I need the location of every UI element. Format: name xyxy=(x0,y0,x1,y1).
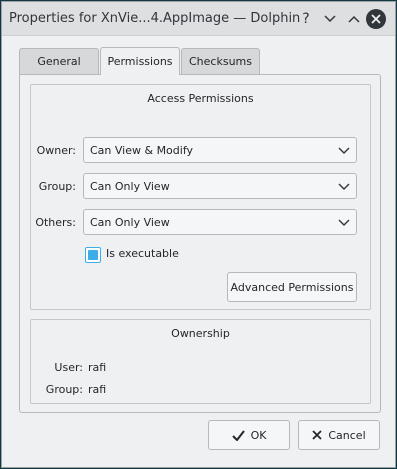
properties-dialog: Properties for XnVie...4.AppImage — Dolp… xyxy=(1,1,396,468)
user-value: rafi xyxy=(88,361,107,374)
others-permission-select[interactable]: Can Only View xyxy=(83,209,357,235)
owner-label: Owner: xyxy=(36,144,76,157)
tab-general[interactable]: General xyxy=(19,48,99,74)
chevron-down-icon xyxy=(338,219,350,226)
ok-button[interactable]: OK xyxy=(208,420,290,450)
close-icon xyxy=(371,14,381,24)
executable-checkbox[interactable] xyxy=(85,247,101,263)
owner-group-value: rafi xyxy=(88,383,107,396)
access-permissions-title: Access Permissions xyxy=(147,92,254,105)
owner-permission-select[interactable]: Can View & Modify xyxy=(83,137,357,163)
help-button[interactable]: ? xyxy=(296,9,316,29)
ownership-title: Ownership xyxy=(171,327,230,340)
ownership-group: Ownership User: rafi Group: rafi xyxy=(30,319,371,404)
tab-checksums[interactable]: Checksums xyxy=(181,48,260,74)
owner-group-label: Group: xyxy=(45,383,83,396)
title-bar[interactable]: Properties for XnVie...4.AppImage — Dolp… xyxy=(2,2,395,36)
others-label: Others: xyxy=(35,216,76,229)
executable-label: Is executable xyxy=(106,247,179,260)
checkmark-icon xyxy=(231,429,245,441)
owner-permission-value: Can View & Modify xyxy=(90,143,194,157)
group-permission-value: Can Only View xyxy=(90,179,170,193)
group-label: Group: xyxy=(38,180,76,193)
minimize-button[interactable] xyxy=(320,9,340,29)
cancel-button-label: Cancel xyxy=(328,428,366,442)
close-button[interactable] xyxy=(366,9,386,29)
cancel-button[interactable]: Cancel xyxy=(298,420,380,450)
chevron-down-icon xyxy=(324,15,336,23)
user-label: User: xyxy=(54,361,83,374)
group-permission-select[interactable]: Can Only View xyxy=(83,173,357,199)
advanced-permissions-button[interactable]: Advanced Permissions xyxy=(227,272,357,302)
window-title: Properties for XnVie...4.AppImage — Dolp… xyxy=(9,11,301,26)
maximize-button[interactable] xyxy=(344,9,364,29)
tab-permissions[interactable]: Permissions xyxy=(100,47,180,75)
checkbox-checked-mark xyxy=(88,250,98,260)
permissions-panel: Access Permissions Owner: Can View & Mod… xyxy=(19,74,381,413)
close-icon xyxy=(312,430,322,440)
chevron-down-icon xyxy=(338,183,350,190)
others-permission-value: Can Only View xyxy=(90,215,170,229)
chevron-down-icon xyxy=(338,147,350,154)
ok-button-label: OK xyxy=(250,428,267,442)
chevron-up-icon xyxy=(348,15,360,23)
